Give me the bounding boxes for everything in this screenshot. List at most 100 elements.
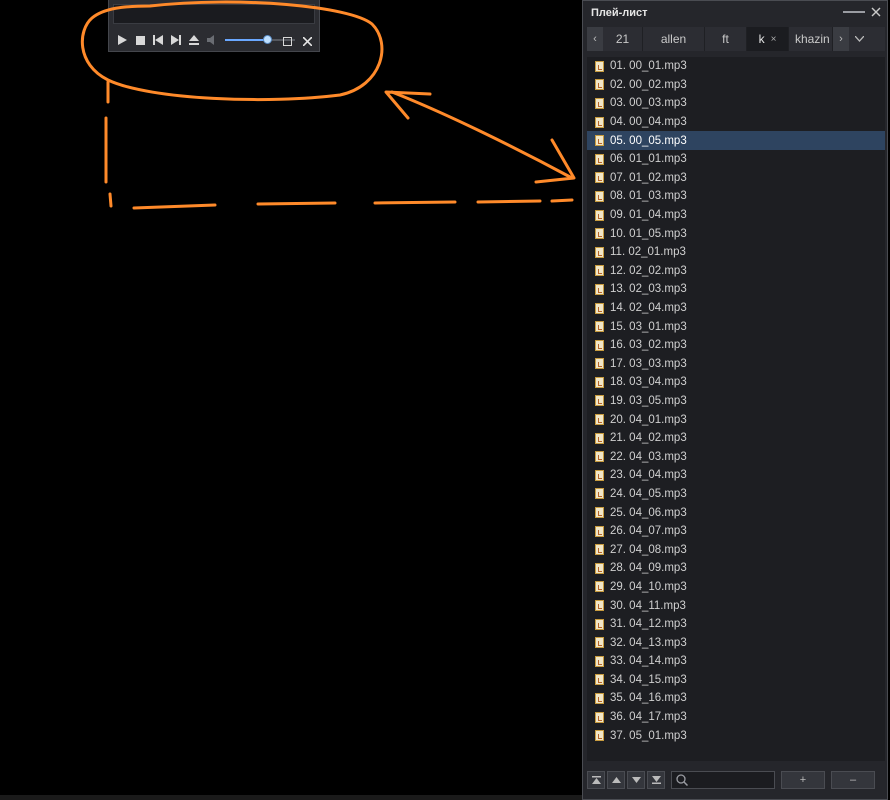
track-label: 17. 03_03.mp3 xyxy=(610,357,687,370)
mute-button[interactable] xyxy=(205,33,219,47)
audio-file-icon xyxy=(595,618,604,630)
next-button[interactable] xyxy=(169,33,183,47)
playlist-track[interactable]: 20. 04_01.mp3 xyxy=(587,410,885,429)
playlist-track[interactable]: 25. 04_06.mp3 xyxy=(587,503,885,522)
playlist-window-controls xyxy=(843,7,881,17)
move-up-button[interactable] xyxy=(607,771,625,789)
track-label: 13. 02_03.mp3 xyxy=(610,283,687,296)
track-label: 34. 04_15.mp3 xyxy=(610,673,687,686)
playlist-track[interactable]: 04. 00_04.mp3 xyxy=(587,113,885,132)
eject-icon xyxy=(189,35,199,45)
playlist-track[interactable]: 08. 01_03.mp3 xyxy=(587,187,885,206)
close-player-button[interactable] xyxy=(300,34,314,48)
play-button[interactable] xyxy=(115,33,129,47)
stop-button[interactable] xyxy=(133,33,147,47)
playlist-track[interactable]: 18. 03_04.mp3 xyxy=(587,373,885,392)
track-label: 32. 04_13.mp3 xyxy=(610,636,687,649)
previous-icon xyxy=(153,35,163,45)
track-label: 10. 01_05.mp3 xyxy=(610,227,687,240)
add-button[interactable]: + xyxy=(781,771,825,789)
track-label: 23. 04_04.mp3 xyxy=(610,469,687,482)
close-playlist-icon[interactable] xyxy=(871,7,881,17)
playlist-track[interactable]: 11. 02_01.mp3 xyxy=(587,243,885,262)
move-bottom-icon xyxy=(651,776,661,784)
playlist-track[interactable]: 23. 04_04.mp3 xyxy=(587,466,885,485)
volume-icon xyxy=(207,35,214,45)
track-label: 03. 00_03.mp3 xyxy=(610,97,687,110)
move-top-icon xyxy=(591,776,601,784)
track-label: 01. 00_01.mp3 xyxy=(610,60,687,73)
playlist-track[interactable]: 33. 04_14.mp3 xyxy=(587,652,885,671)
audio-file-icon xyxy=(595,358,604,370)
playlist-track[interactable]: 01. 00_01.mp3 xyxy=(587,57,885,76)
tab-allen[interactable]: allen xyxy=(643,27,705,51)
playlist-track[interactable]: 15. 03_01.mp3 xyxy=(587,317,885,336)
audio-file-icon xyxy=(595,376,604,388)
taskbar-strip xyxy=(0,795,582,800)
tab-ft[interactable]: ft xyxy=(705,27,747,51)
playlist-track[interactable]: 28. 04_09.mp3 xyxy=(587,559,885,578)
track-label: 14. 02_04.mp3 xyxy=(610,302,687,315)
playlist-track[interactable]: 10. 01_05.mp3 xyxy=(587,224,885,243)
playlist-track[interactable]: 19. 03_05.mp3 xyxy=(587,392,885,411)
previous-button[interactable] xyxy=(151,33,165,47)
playlist-track[interactable]: 22. 04_03.mp3 xyxy=(587,447,885,466)
track-label: 33. 04_14.mp3 xyxy=(610,655,687,668)
audio-file-icon xyxy=(595,488,604,500)
playlist-track[interactable]: 27. 04_08.mp3 xyxy=(587,540,885,559)
player-window-controls xyxy=(280,34,314,48)
playlist-track[interactable]: 17. 03_03.mp3 xyxy=(587,355,885,374)
track-label: 30. 04_11.mp3 xyxy=(610,599,686,612)
playlist-track[interactable]: 26. 04_07.mp3 xyxy=(587,522,885,541)
playlist-track[interactable]: 12. 02_02.mp3 xyxy=(587,262,885,281)
tabs-scroll-left-button[interactable]: ‹ xyxy=(587,27,603,51)
audio-file-icon xyxy=(595,469,604,481)
move-bottom-button[interactable] xyxy=(647,771,665,789)
tab-close-icon[interactable]: × xyxy=(771,34,777,45)
eject-button[interactable] xyxy=(187,33,201,47)
playlist-bottom-bar: + – xyxy=(587,769,885,791)
audio-file-icon xyxy=(595,79,604,91)
playlist-track[interactable]: 24. 04_05.mp3 xyxy=(587,485,885,504)
playlist-track[interactable]: 06. 01_01.mp3 xyxy=(587,150,885,169)
tab-k[interactable]: k × xyxy=(747,27,789,51)
move-down-button[interactable] xyxy=(627,771,645,789)
playlist-title: Плей-лист xyxy=(591,7,648,19)
playlist-track[interactable]: 16. 03_02.mp3 xyxy=(587,336,885,355)
playlist-track[interactable]: 37. 05_01.mp3 xyxy=(587,726,885,745)
move-top-button[interactable] xyxy=(587,771,605,789)
playlist-track[interactable]: 05. 00_05.mp3 xyxy=(587,131,885,150)
playlist-track[interactable]: 36. 04_17.mp3 xyxy=(587,708,885,727)
move-up-icon xyxy=(611,777,621,783)
tabs-menu-button[interactable] xyxy=(849,27,869,51)
playlist-track[interactable]: 03. 00_03.mp3 xyxy=(587,94,885,113)
playlist-track[interactable]: 21. 04_02.mp3 xyxy=(587,429,885,448)
playlist-track[interactable]: 35. 04_16.mp3 xyxy=(587,689,885,708)
tabs-scroll-right-button[interactable]: › xyxy=(833,27,849,51)
tab-khazin[interactable]: khazin xyxy=(789,27,833,51)
tab-21[interactable]: 21 xyxy=(603,27,643,51)
playlist-track[interactable]: 14. 02_04.mp3 xyxy=(587,299,885,318)
annotation-dash xyxy=(550,198,574,203)
audio-file-icon xyxy=(595,414,604,426)
audio-file-icon xyxy=(595,507,604,519)
playlist-track[interactable]: 29. 04_10.mp3 xyxy=(587,578,885,597)
playlist-track[interactable]: 31. 04_12.mp3 xyxy=(587,615,885,634)
playlist-search-input[interactable] xyxy=(671,771,775,789)
playlist-track[interactable]: 07. 01_02.mp3 xyxy=(587,169,885,188)
track-label: 18. 03_04.mp3 xyxy=(610,376,687,389)
playlist-track[interactable]: 13. 02_03.mp3 xyxy=(587,280,885,299)
player-controls xyxy=(115,32,295,48)
minimize-bar-icon[interactable] xyxy=(843,7,865,17)
track-label: 07. 01_02.mp3 xyxy=(610,171,687,184)
playlist-track[interactable]: 32. 04_13.mp3 xyxy=(587,633,885,652)
playlist-track[interactable]: 34. 04_15.mp3 xyxy=(587,671,885,690)
playlist-track[interactable]: 09. 01_04.mp3 xyxy=(587,206,885,225)
remove-button[interactable]: – xyxy=(831,771,875,789)
maximize-button[interactable] xyxy=(280,34,294,48)
track-label: 15. 03_01.mp3 xyxy=(610,320,687,333)
playlist-track[interactable]: 02. 00_02.mp3 xyxy=(587,76,885,95)
track-label: 25. 04_06.mp3 xyxy=(610,506,687,519)
volume-knob[interactable] xyxy=(263,35,272,44)
playlist-track[interactable]: 30. 04_11.mp3 xyxy=(587,596,885,615)
